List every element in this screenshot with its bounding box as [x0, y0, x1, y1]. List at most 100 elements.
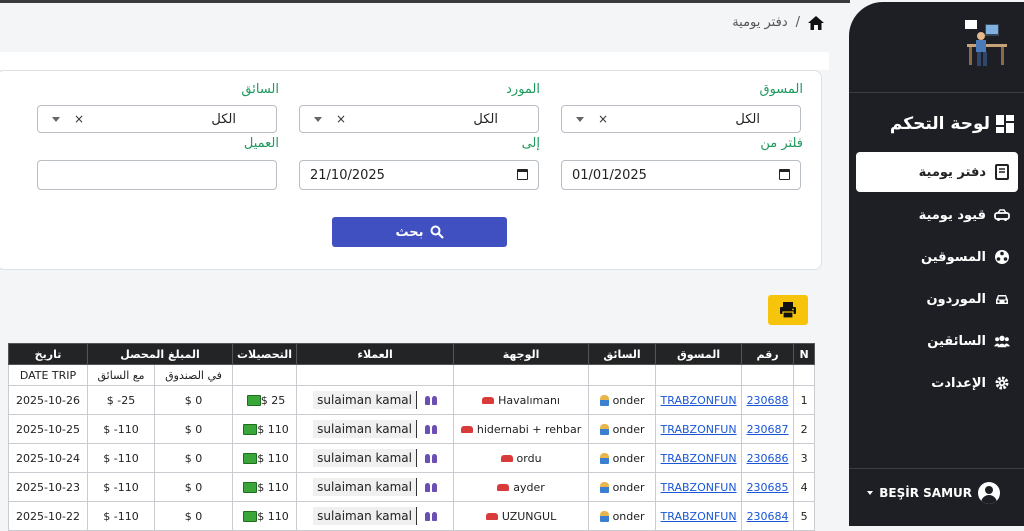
cell-customer: sulaiman kamal: [296, 443, 455, 473]
clear-icon[interactable]: ×: [598, 112, 608, 126]
number-link[interactable]: 230686: [747, 452, 789, 465]
cell-marketer: TRABZONFUN: [655, 501, 743, 531]
user-name: BEŞİR SAMUR: [879, 486, 972, 500]
clear-icon[interactable]: ×: [74, 112, 84, 126]
driver-label: السائق: [241, 82, 279, 97]
cell-in-box: $ 0: [154, 472, 233, 502]
print-button[interactable]: [768, 295, 808, 325]
header-n: N: [793, 343, 816, 365]
notebook-icon: [995, 164, 1009, 180]
cell-collection: $ 110: [231, 414, 298, 444]
sidebar-divider: [849, 92, 1024, 93]
dashboard-brand[interactable]: لوحة التحكم: [890, 114, 1014, 134]
person-icon: [599, 482, 609, 493]
marketer-link[interactable]: TRABZONFUN: [661, 423, 737, 436]
sidebar-item-label: السائقين: [927, 333, 986, 349]
search-button[interactable]: بحث: [332, 217, 507, 247]
marketer-link[interactable]: TRABZONFUN: [661, 481, 737, 494]
avatar: [978, 482, 1000, 504]
number-link[interactable]: 230685: [747, 481, 789, 494]
marketer-link[interactable]: TRABZONFUN: [661, 510, 737, 523]
car-icon: [500, 455, 513, 462]
printer-icon: [780, 302, 796, 319]
sidebar-item-marketers[interactable]: المسوقين: [856, 237, 1018, 277]
search-icon: [430, 225, 444, 239]
cell-number: 230686: [741, 443, 795, 473]
cell-driver: onder: [588, 414, 657, 444]
header-collections: التحصيلات: [231, 343, 298, 365]
subheader-in-box: في الصندوق: [154, 364, 233, 386]
customer-name: sulaiman kamal: [313, 478, 417, 496]
destination-value: Havalımanı: [498, 393, 560, 407]
chevron-down-icon[interactable]: [576, 117, 584, 122]
calendar-icon[interactable]: [779, 169, 790, 180]
cell-with-driver: $ -110: [87, 501, 155, 531]
cell-with-driver: $ -25: [87, 385, 155, 415]
dashboard-label: لوحة التحكم: [889, 114, 990, 134]
home-icon[interactable]: [808, 15, 824, 30]
customer-name: sulaiman kamal: [313, 420, 417, 438]
sidebar-item-journal[interactable]: دفتر يومية: [856, 152, 1018, 192]
date-to-input[interactable]: 21/10/2025: [299, 160, 539, 190]
marketer-link[interactable]: TRABZONFUN: [661, 394, 737, 407]
calendar-icon[interactable]: [517, 169, 528, 180]
destination-value: ordu: [516, 451, 542, 465]
cell-destination: ordu: [453, 443, 590, 473]
cell-customer: sulaiman kamal: [296, 414, 455, 444]
car-icon: [497, 484, 510, 491]
money-icon: [243, 453, 258, 464]
cell-collection: $ 110: [231, 443, 298, 473]
number-link[interactable]: 230688: [747, 394, 789, 407]
money-icon: [243, 511, 258, 522]
users-icon: [424, 424, 437, 434]
marketer-select[interactable]: الكل ×: [561, 105, 801, 133]
supplier-select[interactable]: الكل ×: [299, 105, 539, 133]
cell-marketer: TRABZONFUN: [655, 443, 743, 473]
sidebar-item-suppliers[interactable]: الموردون: [856, 279, 1018, 319]
marketer-link[interactable]: TRABZONFUN: [661, 452, 737, 465]
header-destination: الوجهة: [453, 343, 590, 365]
sidebar-item-entries[interactable]: قيود يومية: [856, 195, 1018, 235]
cell-marketer: TRABZONFUN: [655, 385, 743, 415]
cell-customer: sulaiman kamal: [296, 472, 455, 502]
date-from-input[interactable]: 01/01/2025: [561, 160, 801, 190]
cell-in-box: $ 0: [154, 443, 233, 473]
reel-icon: [995, 250, 1009, 264]
clear-icon[interactable]: ×: [336, 112, 346, 126]
journal-table: تاريخ المبلغ المحصل التحصيلات العملاء ال…: [8, 343, 816, 531]
user-menu[interactable]: BEŞİR SAMUR: [867, 482, 1000, 504]
cell-number: 230687: [741, 414, 795, 444]
taxi-icon: [994, 209, 1010, 221]
table-row: 2025-10-25 $ -110 $ 0 $ 110 sulaiman kamal hi…: [8, 414, 816, 444]
person-icon: [599, 511, 609, 522]
collection-value: $ 110: [257, 451, 289, 465]
driver-value: onder: [612, 480, 645, 494]
date-from-label: فلتر من: [760, 136, 803, 151]
collection-value: $ 110: [257, 422, 289, 436]
number-link[interactable]: 230684: [747, 510, 789, 523]
sidebar-item-settings[interactable]: الإعدادت: [856, 363, 1018, 403]
sidebar-item-label: قيود يومية: [918, 207, 986, 223]
driver-select-value: الكل: [211, 112, 236, 127]
table-row: 2025-10-24 $ -110 $ 0 $ 110 sulaiman kamal or…: [8, 443, 816, 473]
sidebar-item-drivers[interactable]: السائقين: [856, 321, 1018, 361]
sidebar-item-label: المسوقين: [921, 249, 986, 265]
chevron-down-icon[interactable]: [314, 117, 322, 122]
table-row: 2025-10-23 $ -110 $ 0 $ 110 sulaiman kamal ay…: [8, 472, 816, 502]
cell-number: 230685: [741, 472, 795, 502]
subheader-date-trip: DATE TRIP: [8, 364, 88, 386]
header-customers: العملاء: [296, 343, 455, 365]
driver-select[interactable]: الكل ×: [37, 105, 277, 133]
breadcrumb-current: دفتر يومية: [732, 15, 788, 30]
destination-value: hidernabi + rehbar: [476, 422, 582, 436]
collection-value: $ 110: [257, 480, 289, 494]
cell-marketer: TRABZONFUN: [655, 472, 743, 502]
customer-input[interactable]: [37, 160, 277, 190]
chevron-down-icon: [867, 491, 874, 495]
number-link[interactable]: 230687: [747, 423, 789, 436]
chevron-down-icon[interactable]: [52, 117, 60, 122]
marketer-select-value: الكل: [735, 112, 760, 127]
money-icon: [243, 424, 258, 435]
cell-collection: $ 110: [231, 472, 298, 502]
car-icon: [482, 397, 495, 404]
